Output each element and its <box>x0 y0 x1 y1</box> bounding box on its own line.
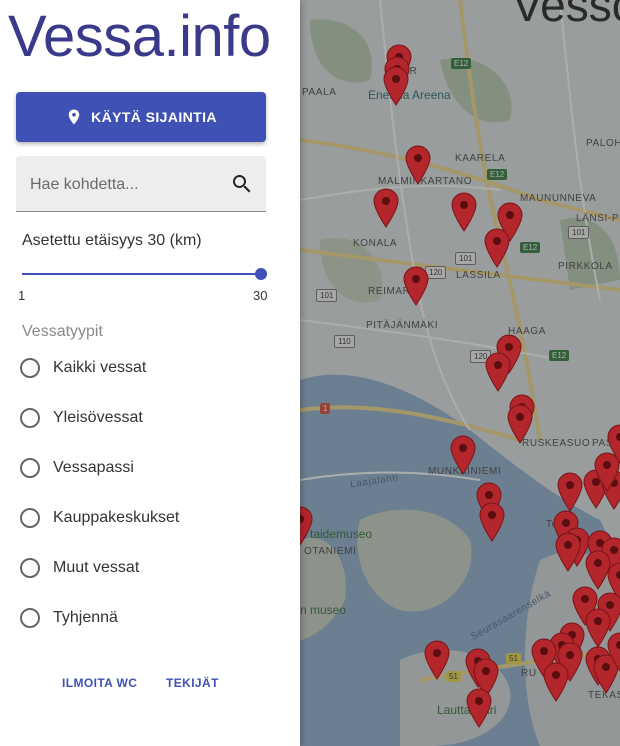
radio-other-toilets[interactable]: Muut vessat <box>20 553 139 583</box>
toilet-marker-icon[interactable] <box>555 532 581 572</box>
toilet-marker-icon[interactable] <box>373 188 399 228</box>
radio-button[interactable] <box>20 458 40 478</box>
authors-link[interactable]: TEKIJÄT <box>166 676 219 690</box>
toilet-marker-icon[interactable] <box>403 266 429 306</box>
slider-track <box>22 273 261 275</box>
toilet-marker-icon[interactable] <box>607 424 620 464</box>
slider-thumb[interactable] <box>255 268 267 280</box>
toilet-marker-icon[interactable] <box>507 404 533 444</box>
radio-public-toilets[interactable]: Yleisövessat <box>20 403 143 433</box>
use-location-button[interactable]: KÄYTÄ SIJAINTIA <box>16 92 266 142</box>
radio-shopping-centers[interactable]: Kauppakeskukset <box>20 503 179 533</box>
distance-label: Asetettu etäisyys 30 (km) <box>22 232 202 249</box>
toilet-marker-icon[interactable] <box>466 688 492 728</box>
search-field[interactable] <box>16 156 266 212</box>
distance-slider[interactable] <box>22 265 268 283</box>
report-toilet-link[interactable]: ILMOITA WC <box>62 676 137 690</box>
radio-vessapassi[interactable]: Vessapassi <box>20 453 134 483</box>
toilet-marker-icon[interactable] <box>383 66 409 106</box>
radio-button[interactable] <box>20 508 40 528</box>
radio-label: Vessapassi <box>53 459 134 476</box>
slider-min-label: 1 <box>18 288 26 303</box>
radio-label: Kauppakeskukset <box>53 509 180 526</box>
radio-label: Tyhjennä <box>53 609 118 626</box>
toilet-types-heading: Vessatyypit <box>22 323 103 340</box>
filter-panel: Vessa.info KÄYTÄ SIJAINTIA Asetettu etäi… <box>0 0 300 746</box>
toilet-marker-icon[interactable] <box>543 662 569 702</box>
radio-button[interactable] <box>20 558 40 578</box>
radio-label: Yleisövessat <box>53 409 143 426</box>
search-icon[interactable] <box>230 172 254 196</box>
toilet-marker-icon[interactable] <box>557 472 583 512</box>
toilet-marker-icon[interactable] <box>451 192 477 232</box>
toilet-marker-icon[interactable] <box>607 632 620 672</box>
radio-label: Muut vessat <box>53 559 140 576</box>
radio-all-toilets[interactable]: Kaikki vessat <box>20 353 146 383</box>
radio-clear[interactable]: Tyhjennä <box>20 603 118 633</box>
search-input[interactable] <box>28 172 222 198</box>
slider-max-label: 30 <box>253 288 268 303</box>
use-location-label: KÄYTÄ SIJAINTIA <box>91 109 217 125</box>
radio-button[interactable] <box>20 608 40 628</box>
toilet-marker-icon[interactable] <box>479 502 505 542</box>
toilet-marker-icon[interactable] <box>485 352 511 392</box>
radio-button[interactable] <box>20 408 40 428</box>
toilet-marker-icon[interactable] <box>424 640 450 680</box>
toilet-marker-icon[interactable] <box>450 435 476 475</box>
toilet-marker-icon[interactable] <box>405 145 431 185</box>
brand-logo-text: Vessa.info <box>8 4 271 69</box>
page-title-partial: Vesso <box>512 0 620 31</box>
location-pin-icon <box>68 109 80 125</box>
radio-button[interactable] <box>20 358 40 378</box>
toilet-marker-icon[interactable] <box>484 228 510 268</box>
radio-label: Kaikki vessat <box>53 359 147 376</box>
